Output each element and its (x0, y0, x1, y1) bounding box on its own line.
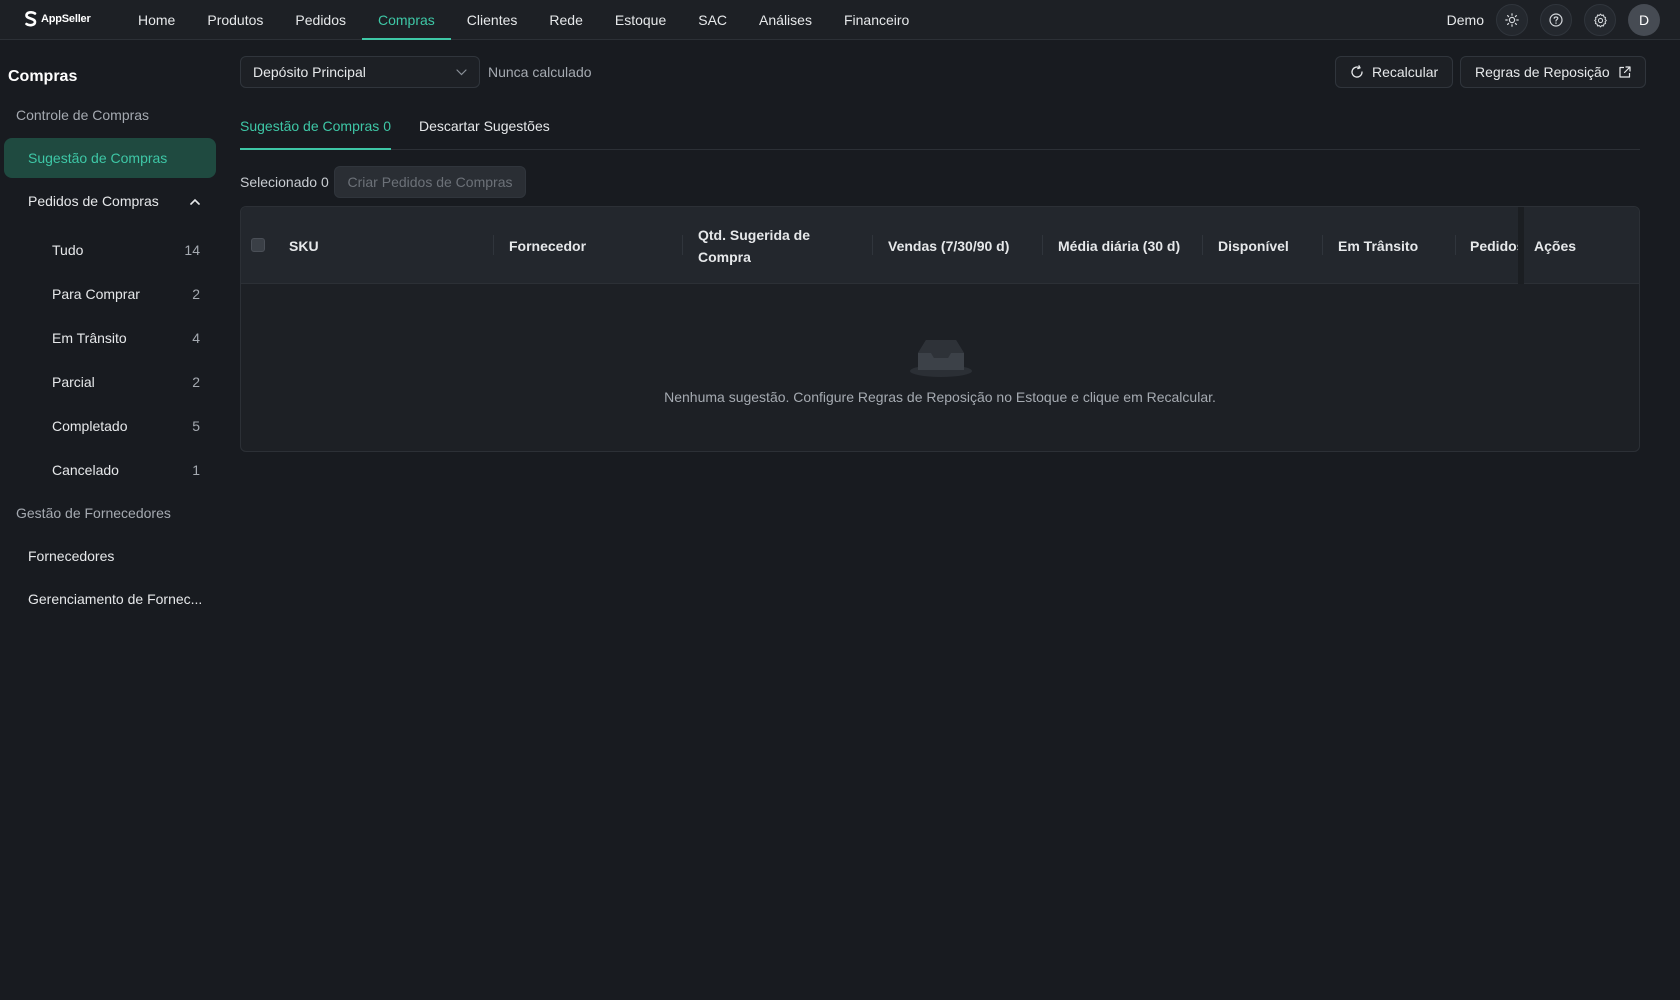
empty-message: Nenhuma sugestão. Configure Regras de Re… (664, 389, 1216, 405)
warehouse-select-value: Depósito Principal (253, 64, 366, 80)
sidebar-item-label: Cancelado (52, 462, 119, 478)
count-badge: 2 (192, 286, 200, 302)
count-badge: 2 (192, 374, 200, 390)
fixed-column-shadow (1518, 207, 1524, 284)
sidebar: Compras Controle de Compras Sugestão de … (0, 40, 220, 1000)
count-badge: 5 (192, 418, 200, 434)
chevron-down-icon (456, 68, 467, 76)
column-divider (1455, 235, 1456, 255)
select-all-checkbox[interactable] (251, 238, 265, 252)
create-purchase-orders-button[interactable]: Criar Pedidos de Compras (334, 166, 526, 198)
nav-pedidos[interactable]: Pedidos (279, 0, 362, 40)
recalculate-label: Recalcular (1372, 64, 1439, 80)
column-divider (872, 235, 873, 255)
column-vendas[interactable]: Vendas (7/30/90 d) (888, 207, 1009, 284)
nav-home[interactable]: Home (122, 0, 191, 40)
user-name[interactable]: Demo (1447, 12, 1484, 28)
help-icon (1549, 13, 1563, 27)
column-divider (682, 235, 683, 255)
column-divider (1202, 235, 1203, 255)
selected-count: Selecionado 0 (240, 174, 329, 190)
nav-clientes[interactable]: Clientes (451, 0, 534, 40)
column-pedidos[interactable]: Pedidos (1470, 207, 1518, 284)
sidebar-item-para-comprar[interactable]: Para Comprar 2 (4, 274, 216, 314)
nav-sac[interactable]: SAC (682, 0, 743, 40)
count-badge: 1 (192, 462, 200, 478)
count-badge: 4 (192, 330, 200, 346)
tabs: Sugestão de Compras 0 Descartar Sugestõe… (240, 108, 1640, 150)
nav-financeiro[interactable]: Financeiro (828, 0, 925, 40)
chevron-up-icon (190, 198, 200, 205)
column-qtd-sugerida[interactable]: Qtd. Sugerida de Compra (698, 207, 838, 284)
column-media-diaria[interactable]: Média diária (30 d) (1058, 207, 1180, 284)
gear-icon (1593, 13, 1607, 27)
sidebar-item-gerenciamento-fornecedores[interactable]: Gerenciamento de Fornec... (4, 579, 216, 619)
sidebar-item-label: Em Trânsito (52, 330, 127, 346)
sidebar-item-label: Parcial (52, 374, 95, 390)
sidebar-item-fornecedores[interactable]: Fornecedores (4, 536, 216, 576)
sun-icon (1505, 13, 1519, 27)
column-acoes: Ações (1534, 237, 1577, 254)
sidebar-item-cancelado[interactable]: Cancelado 1 (4, 450, 216, 490)
refresh-icon (1351, 65, 1363, 78)
logo-text: AppSeller (41, 13, 91, 25)
header-actions: Demo D (1447, 4, 1660, 36)
sidebar-group-controle: Controle de Compras (16, 107, 150, 123)
logo-icon (25, 11, 37, 27)
sidebar-item-sugestao[interactable]: Sugestão de Compras (4, 138, 216, 178)
tab-sugestao-de-compras[interactable]: Sugestão de Compras 0 (240, 118, 391, 150)
column-divider (493, 235, 494, 255)
column-divider (1042, 235, 1043, 255)
warehouse-select[interactable]: Depósito Principal (240, 56, 480, 88)
main-nav: Home Produtos Pedidos Compras Clientes R… (122, 0, 925, 40)
column-fornecedor[interactable]: Fornecedor (509, 207, 586, 284)
sidebar-item-label: Tudo (52, 242, 84, 258)
sidebar-item-label: Para Comprar (52, 286, 140, 302)
settings-button[interactable] (1584, 4, 1616, 36)
sidebar-group-fornecedores: Gestão de Fornecedores (16, 505, 171, 521)
nav-compras[interactable]: Compras (362, 0, 451, 40)
sidebar-title: Compras (8, 68, 78, 85)
tab-descartar-sugestoes[interactable]: Descartar Sugestões (419, 118, 550, 150)
sidebar-item-pedidos-de-compras[interactable]: Pedidos de Compras (4, 181, 216, 221)
calculation-status: Nunca calculado (488, 64, 592, 80)
replenishment-rules-button[interactable]: Regras de Reposição (1460, 56, 1646, 88)
sidebar-item-label: Pedidos de Compras (28, 193, 159, 209)
sidebar-item-em-transito[interactable]: Em Trânsito 4 (4, 318, 216, 358)
replenishment-rules-label: Regras de Reposição (1475, 64, 1610, 80)
external-link-icon (1619, 65, 1631, 78)
column-disponivel[interactable]: Disponível (1218, 207, 1289, 284)
column-em-transito[interactable]: Em Trânsito (1338, 207, 1418, 284)
sidebar-item-parcial[interactable]: Parcial 2 (4, 362, 216, 402)
column-divider (1322, 235, 1323, 255)
table-header: SKU Fornecedor Qtd. Sugerida de Compra V… (241, 207, 1639, 284)
avatar[interactable]: D (1628, 4, 1660, 36)
sidebar-item-tudo[interactable]: Tudo 14 (4, 230, 216, 270)
help-button[interactable] (1540, 4, 1572, 36)
recalculate-button[interactable]: Recalcular (1335, 56, 1454, 88)
theme-toggle-button[interactable] (1496, 4, 1528, 36)
app-logo[interactable]: AppSeller (24, 11, 91, 27)
nav-produtos[interactable]: Produtos (191, 0, 279, 40)
sidebar-item-label: Completado (52, 418, 128, 434)
suggestions-table: SKU Fornecedor Qtd. Sugerida de Compra V… (240, 206, 1640, 452)
nav-estoque[interactable]: Estoque (599, 0, 682, 40)
empty-state: Nenhuma sugestão. Configure Regras de Re… (241, 284, 1639, 451)
top-navigation-bar: AppSeller Home Produtos Pedidos Compras … (0, 0, 1680, 40)
count-badge: 14 (184, 242, 200, 258)
empty-inbox-icon (910, 340, 972, 377)
column-sku[interactable]: SKU (289, 207, 319, 284)
nav-analises[interactable]: Análises (743, 0, 828, 40)
nav-rede[interactable]: Rede (533, 0, 598, 40)
sidebar-item-completado[interactable]: Completado 5 (4, 406, 216, 446)
